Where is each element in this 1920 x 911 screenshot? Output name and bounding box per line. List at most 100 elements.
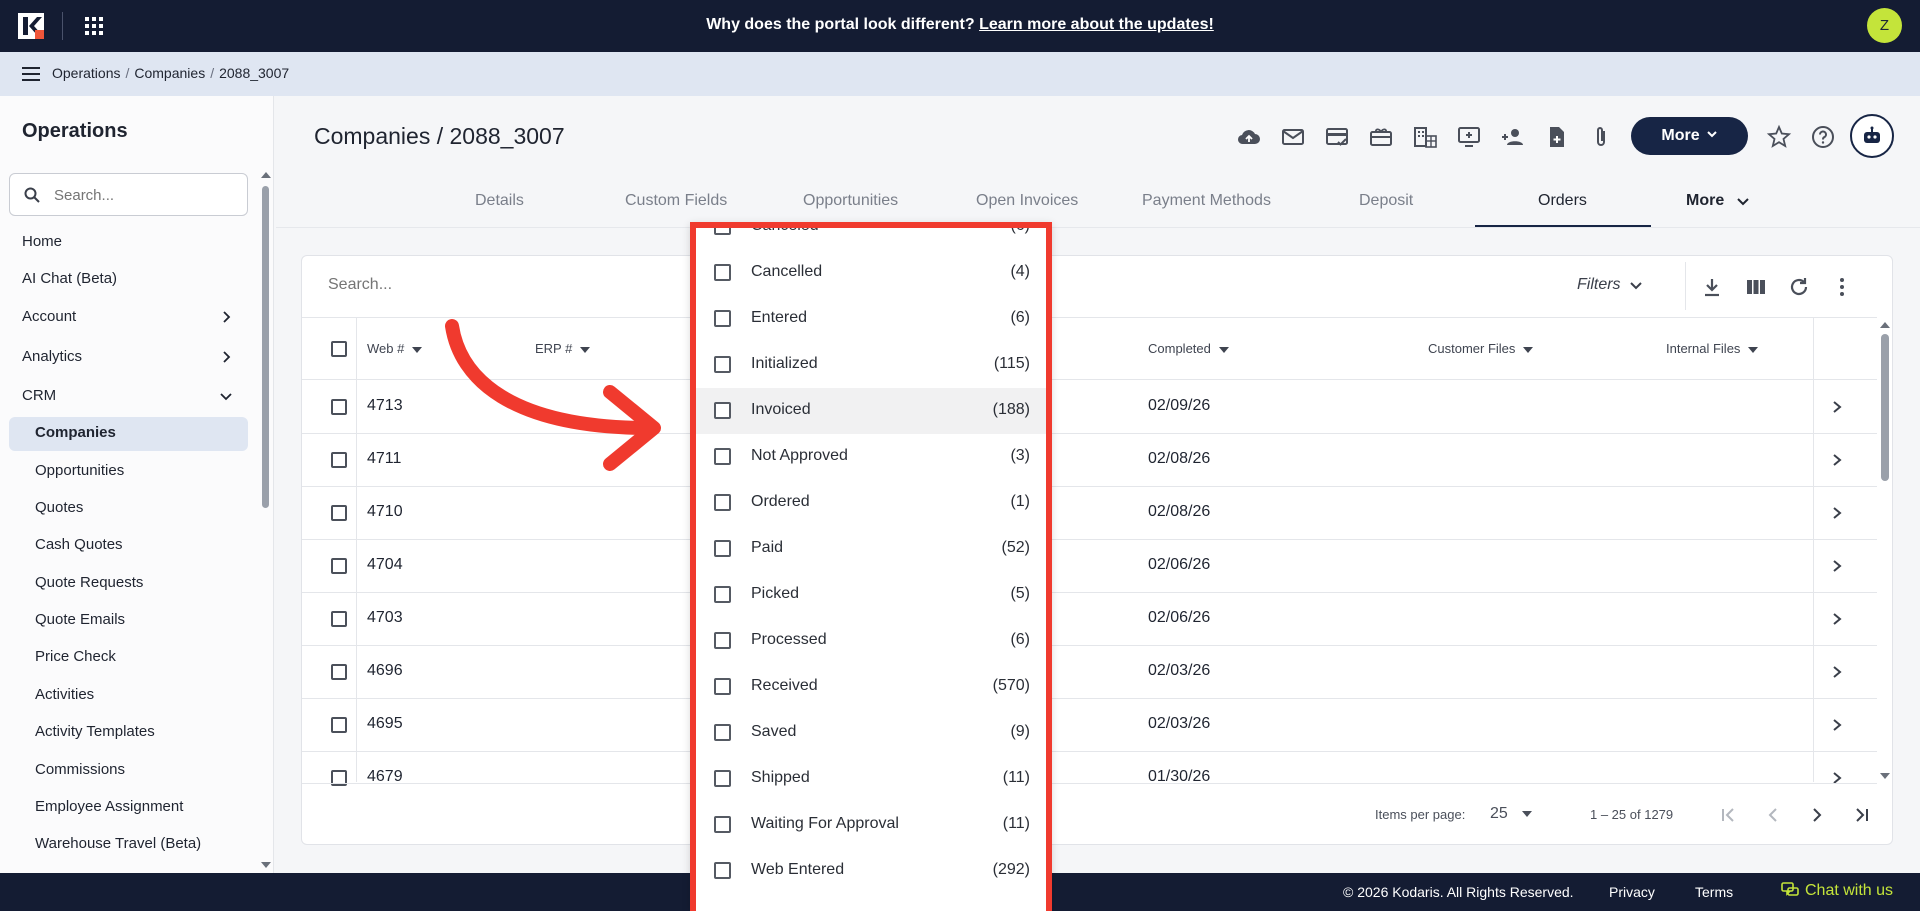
tab-details[interactable]: Details bbox=[475, 192, 524, 210]
sidebar-item-account[interactable]: Account bbox=[22, 308, 242, 325]
column-header-customer-files[interactable]: Customer Files bbox=[1428, 341, 1534, 356]
status-option-checkbox[interactable] bbox=[714, 402, 731, 419]
status-option[interactable]: Paid (52) bbox=[696, 526, 1046, 572]
column-header-web[interactable]: Web # bbox=[367, 341, 423, 356]
tab-deposit[interactable]: Deposit bbox=[1359, 192, 1413, 210]
sidebar-search[interactable] bbox=[9, 173, 248, 216]
person-add-icon[interactable] bbox=[1500, 124, 1526, 150]
row-checkbox[interactable] bbox=[331, 611, 347, 627]
table-scrollbar-thumb[interactable] bbox=[1881, 334, 1889, 481]
status-option-checkbox[interactable] bbox=[714, 770, 731, 787]
announcement-link[interactable]: Learn more about the updates! bbox=[979, 16, 1214, 33]
refresh-icon[interactable] bbox=[1788, 276, 1810, 298]
more-vert-icon[interactable] bbox=[1831, 276, 1853, 298]
table-scroll-down[interactable] bbox=[1880, 773, 1890, 779]
column-header-completed[interactable]: Completed bbox=[1148, 341, 1229, 356]
status-option-checkbox[interactable] bbox=[714, 448, 731, 465]
status-option-checkbox[interactable] bbox=[714, 310, 731, 327]
sidebar-scroll-up[interactable] bbox=[261, 172, 271, 178]
status-option[interactable]: Initialized (115) bbox=[696, 342, 1046, 388]
status-option[interactable]: Cancelled (4) bbox=[696, 250, 1046, 296]
user-avatar[interactable]: Z bbox=[1867, 8, 1902, 43]
building-table-icon[interactable] bbox=[1412, 124, 1438, 150]
status-option-checkbox[interactable] bbox=[714, 228, 731, 235]
row-checkbox[interactable] bbox=[331, 558, 347, 574]
status-option-checkbox[interactable] bbox=[714, 632, 731, 649]
cloud-upload-icon[interactable] bbox=[1236, 124, 1262, 150]
cell-web-number[interactable]: 4710 bbox=[367, 503, 403, 521]
row-checkbox[interactable] bbox=[331, 717, 347, 733]
tab-opportunities[interactable]: Opportunities bbox=[803, 192, 898, 210]
help-icon[interactable] bbox=[1810, 124, 1836, 150]
sidebar-item-quotes[interactable]: Quotes bbox=[35, 499, 83, 516]
add-document-icon[interactable] bbox=[1544, 124, 1570, 150]
cell-web-number[interactable]: 4713 bbox=[367, 397, 403, 415]
chevron-right-icon[interactable] bbox=[1830, 400, 1844, 414]
tab-more[interactable]: More bbox=[1686, 192, 1750, 210]
status-option[interactable]: Not Approved (3) bbox=[696, 434, 1046, 480]
cell-web-number[interactable]: 4695 bbox=[367, 715, 403, 733]
sidebar-item-price-check[interactable]: Price Check bbox=[35, 648, 116, 665]
sidebar-search-input[interactable] bbox=[54, 184, 234, 206]
sidebar-item-ai-chat[interactable]: AI Chat (Beta) bbox=[22, 270, 242, 287]
sidebar-item-opportunities[interactable]: Opportunities bbox=[35, 462, 124, 479]
status-option[interactable]: Canceled (6) bbox=[696, 228, 1046, 250]
filters-dropdown[interactable]: Filters bbox=[1577, 276, 1643, 294]
sidebar-item-quote-emails[interactable]: Quote Emails bbox=[35, 611, 125, 628]
cell-web-number[interactable]: 4703 bbox=[367, 609, 403, 627]
row-checkbox[interactable] bbox=[331, 664, 347, 680]
ai-assistant-button[interactable] bbox=[1850, 114, 1894, 158]
row-checkbox[interactable] bbox=[331, 399, 347, 415]
status-option-checkbox[interactable] bbox=[714, 862, 731, 879]
gift-card-icon[interactable] bbox=[1368, 124, 1394, 150]
previous-page-icon[interactable] bbox=[1763, 805, 1783, 825]
column-header-erp[interactable]: ERP # bbox=[535, 341, 591, 356]
sidebar-item-commissions[interactable]: Commissions bbox=[35, 761, 125, 778]
tab-open-invoices[interactable]: Open Invoices bbox=[976, 192, 1078, 210]
status-option[interactable]: Ordered (1) bbox=[696, 480, 1046, 526]
row-checkbox[interactable] bbox=[331, 505, 347, 521]
status-option[interactable]: Invoiced (188) bbox=[696, 388, 1046, 434]
tab-custom-fields[interactable]: Custom Fields bbox=[625, 192, 727, 210]
status-option-checkbox[interactable] bbox=[714, 494, 731, 511]
status-option[interactable]: Web Entered (292) bbox=[696, 848, 1046, 894]
terms-link[interactable]: Terms bbox=[1695, 884, 1733, 900]
sidebar-scroll-down[interactable] bbox=[261, 862, 271, 868]
chevron-right-icon[interactable] bbox=[1830, 718, 1844, 732]
row-checkbox[interactable] bbox=[331, 452, 347, 468]
sidebar-item-activities[interactable]: Activities bbox=[35, 686, 94, 703]
breadcrumb-companies[interactable]: Companies bbox=[134, 65, 205, 81]
status-option-checkbox[interactable] bbox=[714, 540, 731, 557]
more-actions-button[interactable]: More bbox=[1631, 117, 1748, 155]
sidebar-item-home[interactable]: Home bbox=[22, 233, 242, 250]
status-option[interactable]: Picked (5) bbox=[696, 572, 1046, 618]
status-option[interactable]: Saved (9) bbox=[696, 710, 1046, 756]
select-all-checkbox[interactable] bbox=[331, 341, 347, 357]
card-check-icon[interactable] bbox=[1324, 124, 1350, 150]
chat-with-us-button[interactable]: Chat with us bbox=[1781, 881, 1893, 900]
chevron-right-icon[interactable] bbox=[1830, 612, 1844, 626]
star-icon[interactable] bbox=[1766, 124, 1792, 150]
chevron-right-icon[interactable] bbox=[1830, 665, 1844, 679]
status-option-checkbox[interactable] bbox=[714, 586, 731, 603]
mail-icon[interactable] bbox=[1280, 124, 1306, 150]
table-search-input[interactable] bbox=[328, 276, 628, 294]
last-page-icon[interactable] bbox=[1851, 805, 1871, 825]
privacy-link[interactable]: Privacy bbox=[1609, 884, 1655, 900]
status-option[interactable]: Processed (6) bbox=[696, 618, 1046, 664]
chevron-right-icon[interactable] bbox=[1830, 506, 1844, 520]
tab-payment-methods[interactable]: Payment Methods bbox=[1142, 192, 1271, 210]
columns-icon[interactable] bbox=[1745, 276, 1767, 298]
sidebar-item-employee-assignment[interactable]: Employee Assignment bbox=[35, 798, 183, 815]
status-option-checkbox[interactable] bbox=[714, 678, 731, 695]
next-page-icon[interactable] bbox=[1807, 805, 1827, 825]
sidebar-item-companies[interactable]: Companies bbox=[35, 424, 116, 441]
table-scroll-up[interactable] bbox=[1880, 322, 1890, 328]
tab-orders[interactable]: Orders bbox=[1538, 192, 1587, 210]
status-option-checkbox[interactable] bbox=[714, 816, 731, 833]
sidebar-item-warehouse-travel[interactable]: Warehouse Travel (Beta) bbox=[35, 835, 201, 852]
attachment-icon[interactable] bbox=[1588, 124, 1614, 150]
sidebar-item-activity-templates[interactable]: Activity Templates bbox=[35, 723, 155, 740]
status-option-checkbox[interactable] bbox=[714, 264, 731, 281]
chevron-right-icon[interactable] bbox=[1830, 453, 1844, 467]
